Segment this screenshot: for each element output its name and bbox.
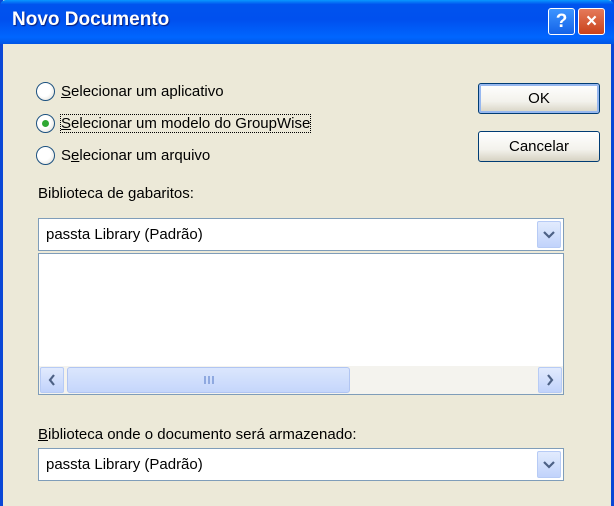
- scrollbar-track[interactable]: [65, 367, 537, 393]
- close-button[interactable]: ×: [578, 8, 605, 35]
- radio-button[interactable]: [36, 81, 55, 101]
- radio-label: Selecionar um arquivo: [61, 146, 211, 164]
- scroll-left-icon[interactable]: [40, 367, 64, 393]
- template-list[interactable]: [38, 253, 564, 395]
- cancel-button[interactable]: Cancelar: [478, 131, 600, 162]
- grip-icon: [203, 376, 214, 384]
- new-document-dialog: Novo Documento ? × Selecionar um aplicat…: [0, 0, 614, 506]
- chevron-down-icon[interactable]: [537, 451, 561, 478]
- ok-button[interactable]: OK: [478, 83, 600, 114]
- help-icon: ?: [555, 10, 568, 32]
- chevron-down-icon[interactable]: [537, 221, 561, 248]
- radio-button-selected[interactable]: [36, 113, 55, 133]
- radio-label: Selecionar um aplicativo: [61, 82, 224, 100]
- radio-select-application[interactable]: Selecionar um aplicativo: [36, 80, 224, 102]
- template-library-value: passta Library (Padrão): [46, 226, 203, 243]
- help-button[interactable]: ?: [548, 8, 575, 35]
- close-icon: ×: [585, 10, 598, 32]
- radio-label: Selecionar um modelo do GroupWise: [59, 113, 312, 133]
- template-library-label: Biblioteca de gabaritos:: [38, 185, 194, 202]
- storage-library-dropdown[interactable]: passta Library (Padrão): [38, 448, 564, 481]
- storage-library-value: passta Library (Padrão): [46, 456, 203, 473]
- storage-library-label: Biblioteca onde o documento será armazen…: [38, 426, 357, 443]
- horizontal-scrollbar[interactable]: [39, 366, 563, 394]
- scrollbar-thumb[interactable]: [67, 367, 350, 393]
- dialog-content: Selecionar um aplicativo Selecionar um m…: [3, 44, 611, 506]
- scroll-right-icon[interactable]: [538, 367, 562, 393]
- radio-select-file[interactable]: Selecionar um arquivo: [36, 144, 210, 166]
- template-library-dropdown[interactable]: passta Library (Padrão): [38, 218, 564, 251]
- window-title: Novo Documento: [12, 9, 170, 30]
- radio-select-groupwise-template[interactable]: Selecionar um modelo do GroupWise: [36, 112, 312, 134]
- radio-button[interactable]: [36, 145, 55, 165]
- title-bar[interactable]: Novo Documento ? ×: [0, 0, 614, 44]
